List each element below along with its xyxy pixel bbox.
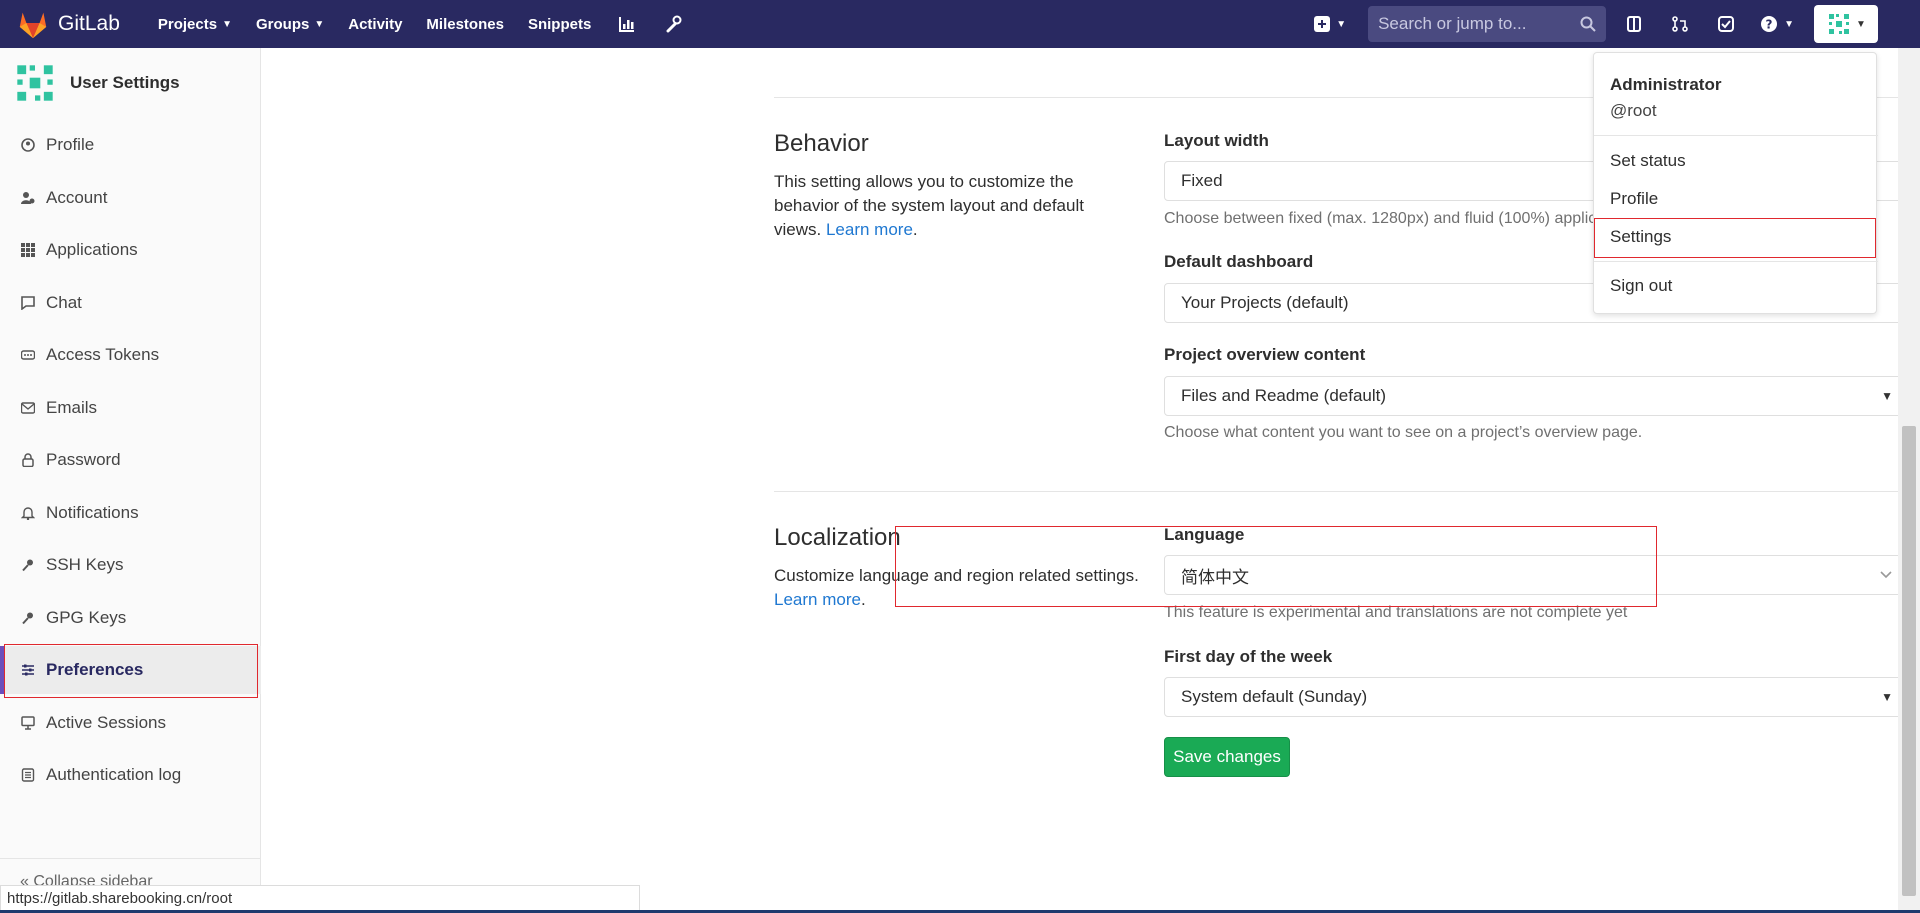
project-overview-help: Choose what content you want to see on a… — [1164, 424, 1643, 441]
scrollbar-thumb[interactable] — [1902, 426, 1916, 896]
user-avatar-dropdown[interactable]: ▼ — [1814, 5, 1878, 43]
browser-status-url: https://gitlab.sharebooking.cn/root — [0, 885, 640, 911]
sidebar-item-account[interactable]: Account — [0, 174, 261, 222]
chevron-down-icon: ▼ — [1336, 18, 1347, 30]
page-scrollbar[interactable] — [1898, 48, 1920, 913]
chat-icon — [20, 295, 36, 311]
top-navbar: GitLab Projects ▼ Groups ▼ Activity Milest… — [0, 0, 1920, 48]
chevron-down-icon — [1880, 571, 1892, 579]
language-select[interactable]: 简体中文 — [1164, 555, 1910, 595]
project-overview-select[interactable]: Files and Readme (default) ▼ — [1164, 376, 1910, 416]
save-changes-button[interactable]: Save changes — [1164, 737, 1290, 777]
section-divider — [774, 491, 1910, 492]
sidebar-item-access-tokens[interactable]: Access Tokens — [0, 331, 261, 379]
sidebar-item-authentication-log[interactable]: Authentication log — [0, 751, 261, 799]
sidebar-item-notifications[interactable]: Notifications — [0, 489, 261, 537]
key-icon — [20, 557, 36, 573]
dropdown-set-status[interactable]: Set status — [1610, 151, 1686, 171]
search-input[interactable]: Search or jump to... — [1368, 6, 1607, 42]
dropdown-user-name: Administrator — [1610, 75, 1722, 94]
dropdown-user-info[interactable]: Administrator @root — [1610, 75, 1721, 121]
help-icon: ? — [1761, 16, 1778, 32]
language-label: Language — [1164, 525, 1245, 544]
nav-activity[interactable]: Activity — [348, 16, 402, 33]
nav-snippets[interactable]: Snippets — [528, 16, 591, 33]
chevron-down-icon: ▼ — [314, 18, 325, 30]
dropdown-divider — [1594, 261, 1878, 262]
sidebar-item-profile[interactable]: Profile — [0, 121, 261, 169]
help-dropdown[interactable]: ? ▼ — [1760, 15, 1794, 33]
behavior-learn-more-link[interactable]: Learn more — [826, 220, 913, 239]
avatar-icon — [1829, 14, 1850, 34]
dropdown-username: @root — [1610, 101, 1657, 120]
layout-width-label: Layout width — [1164, 131, 1269, 150]
dropdown-sign-out[interactable]: Sign out — [1610, 276, 1672, 296]
chevron-down-icon: ▼ — [222, 18, 232, 30]
search-icon — [1580, 16, 1596, 32]
profile-icon — [20, 137, 36, 153]
first-day-select[interactable]: System default (Sunday) ▼ — [1164, 677, 1910, 717]
sidebar-item-gpg-keys[interactable]: GPG Keys — [0, 594, 261, 642]
chart-icon[interactable] — [615, 12, 639, 36]
account-icon — [20, 190, 36, 206]
email-icon — [20, 400, 36, 416]
applications-icon — [20, 242, 36, 258]
bell-icon — [20, 505, 36, 521]
nav-groups[interactable]: Groups ▼ — [256, 16, 324, 33]
new-item-dropdown[interactable]: ▼ — [1314, 16, 1346, 32]
sidebar-header[interactable]: User Settings — [0, 48, 260, 118]
dropdown-divider — [1594, 135, 1878, 136]
localization-learn-more-link[interactable]: Learn more — [774, 590, 861, 609]
caret-down-icon: ▼ — [1881, 690, 1893, 704]
localization-description: Customize language and region related se… — [774, 566, 1139, 609]
sidebar-item-password[interactable]: Password — [0, 436, 261, 484]
language-help: This feature is experimental and transla… — [1164, 604, 1628, 621]
issues-icon[interactable] — [1622, 12, 1646, 36]
sidebar-item-applications[interactable]: Applications — [0, 226, 261, 274]
localization-title: Localization — [774, 524, 901, 551]
monitor-icon — [20, 715, 36, 731]
wrench-icon[interactable] — [661, 12, 685, 36]
dropdown-profile[interactable]: Profile — [1610, 189, 1658, 209]
sidebar-item-emails[interactable]: Emails — [0, 384, 261, 432]
user-dropdown-menu: Administrator @root Set status Profile S… — [1593, 52, 1878, 314]
sliders-icon — [20, 662, 36, 678]
key-icon — [20, 610, 36, 626]
default-dashboard-label: Default dashboard — [1164, 252, 1314, 271]
plus-square-icon — [1314, 16, 1331, 32]
sidebar-item-ssh-keys[interactable]: SSH Keys — [0, 541, 261, 589]
project-overview-label: Project overview content — [1164, 345, 1366, 364]
avatar-icon — [17, 65, 53, 101]
behavior-description: This setting allows you to customize the… — [774, 172, 1084, 239]
todo-icon[interactable] — [1714, 12, 1738, 36]
brand-name: GitLab — [58, 12, 120, 35]
lock-icon — [20, 452, 36, 468]
caret-down-icon: ▼ — [1881, 389, 1893, 403]
svg-text:?: ? — [1766, 18, 1773, 32]
nav-milestones[interactable]: Milestones — [426, 16, 504, 33]
settings-sidebar: User Settings Profile Account Applicatio… — [0, 48, 261, 913]
dropdown-settings[interactable]: Settings — [1610, 227, 1671, 247]
log-icon — [20, 767, 36, 783]
nav-projects[interactable]: Projects ▼ — [158, 16, 232, 33]
merge-request-icon[interactable] — [1668, 12, 1692, 36]
sidebar-item-active-sessions[interactable]: Active Sessions — [0, 699, 261, 747]
chevron-down-icon: ▼ — [1856, 18, 1866, 30]
chevron-down-icon: ▼ — [1784, 18, 1794, 30]
behavior-title: Behavior — [774, 130, 869, 157]
gitlab-logo-icon — [19, 12, 47, 39]
first-day-label: First day of the week — [1164, 647, 1333, 666]
gitlab-home-link[interactable]: GitLab — [16, 7, 120, 41]
sidebar-item-chat[interactable]: Chat — [0, 279, 261, 327]
token-icon — [20, 347, 36, 363]
sidebar-item-preferences[interactable]: Preferences — [0, 646, 261, 694]
sidebar-title: User Settings — [70, 73, 180, 92]
